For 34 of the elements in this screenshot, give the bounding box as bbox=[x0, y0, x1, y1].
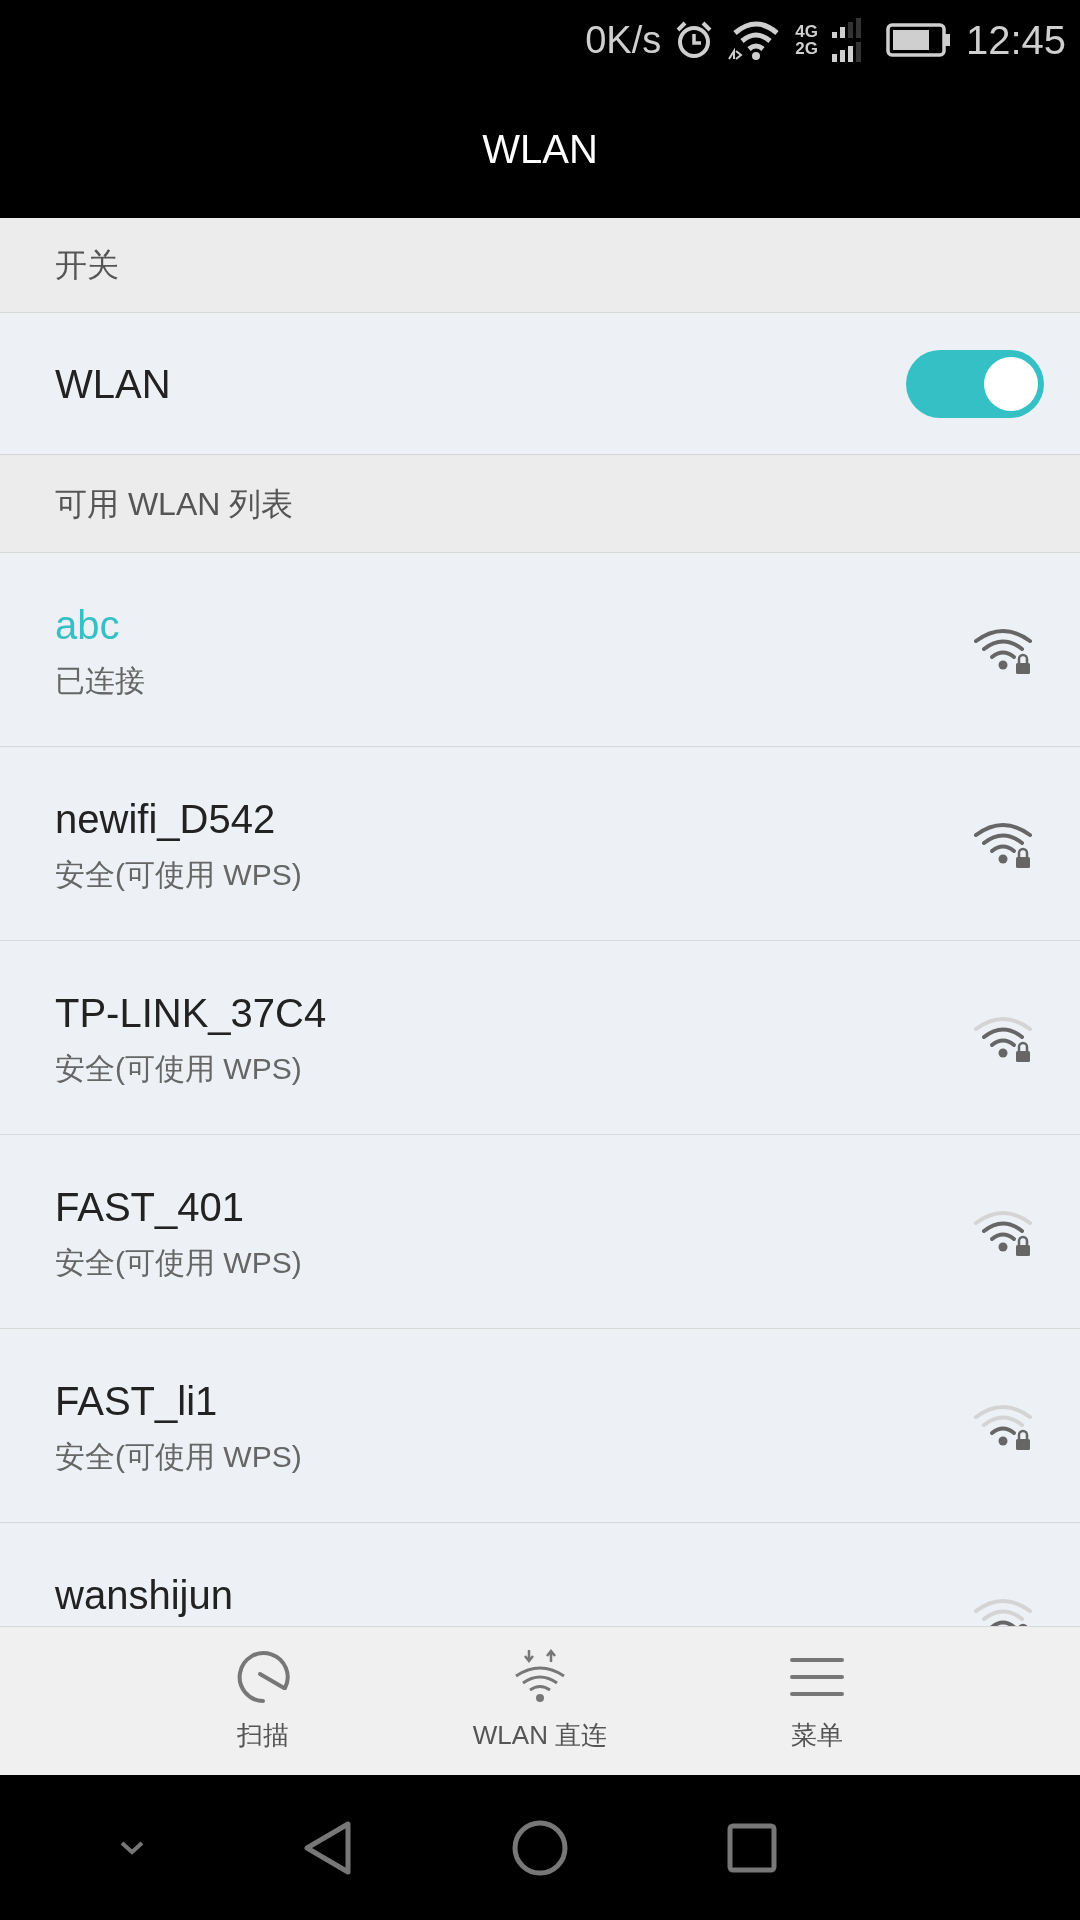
network-status: 安全(可使用 WPS) bbox=[55, 1051, 303, 1087]
battery-icon bbox=[885, 22, 952, 58]
alarm-icon bbox=[675, 20, 714, 60]
network-name: FAST_401 bbox=[55, 1184, 245, 1231]
network-speed: 0K/s bbox=[585, 17, 662, 63]
home-icon[interactable] bbox=[511, 1818, 569, 1877]
screen-title: WLAN bbox=[482, 126, 598, 173]
network-row[interactable]: TP-LINK_37C4 安全(可使用 WPS) bbox=[0, 941, 1080, 1135]
network-row[interactable]: FAST_401 安全(可使用 WPS) bbox=[0, 1135, 1080, 1329]
network-type: 4G bbox=[795, 23, 818, 40]
chevron-down-icon[interactable] bbox=[119, 1839, 145, 1856]
network-name: abc bbox=[55, 602, 121, 649]
toolbar-button[interactable]: 扫描 bbox=[202, 1627, 323, 1775]
section-header: 开关 bbox=[0, 218, 1080, 313]
network-row[interactable]: FAST_li1 安全(可使用 WPS) bbox=[0, 1329, 1080, 1523]
network-row[interactable]: newifi_D542 安全(可使用 WPS) bbox=[0, 747, 1080, 941]
network-status: 已连接 bbox=[55, 663, 145, 699]
network-name: newifi_D542 bbox=[55, 796, 277, 843]
network-name: FAST_li1 bbox=[55, 1378, 219, 1425]
network-name: wanshijun bbox=[55, 1572, 233, 1619]
network-row[interactable]: abc 已连接 bbox=[0, 553, 1080, 747]
network-status: 安全(可使用 WPS) bbox=[55, 1439, 302, 1475]
wlan-label: WLAN bbox=[55, 360, 171, 408]
network-type: 2G bbox=[795, 40, 818, 57]
section-header: 可用 WLAN 列表 bbox=[0, 455, 1080, 553]
toolbar-button[interactable]: 菜单 bbox=[757, 1627, 878, 1775]
toolbar-button[interactable]: WLAN 直连 bbox=[472, 1627, 608, 1775]
network-name: TP-LINK_37C4 bbox=[55, 990, 327, 1037]
network-status: 安全(可使用 WPS) bbox=[55, 857, 302, 893]
signal-bars-icon bbox=[831, 18, 862, 62]
back-icon[interactable] bbox=[303, 1819, 353, 1876]
clock-time: 12:45 bbox=[965, 17, 1066, 64]
recents-icon[interactable] bbox=[727, 1822, 777, 1873]
network-status: 安全(可使用 WPS) bbox=[55, 1245, 302, 1281]
